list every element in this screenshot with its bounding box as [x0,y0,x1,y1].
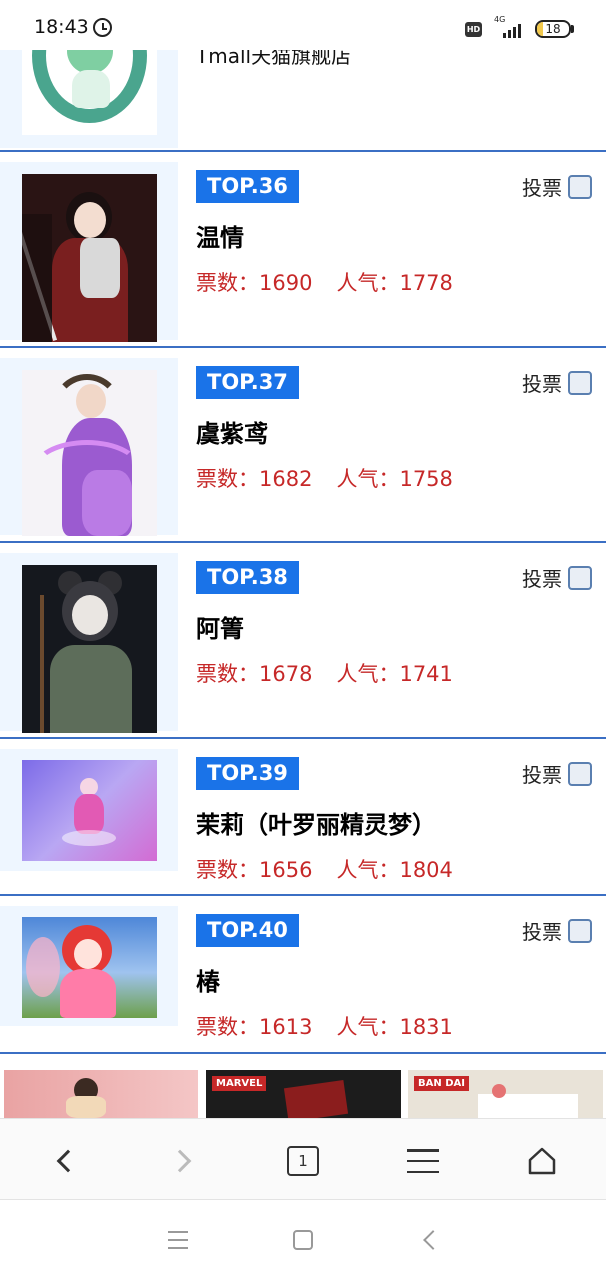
vote-control[interactable]: 投票 [522,368,592,397]
rank-card[interactable]: TOP.37 虞紫鸢 票数：1682 人气：1758 投票 [0,348,606,543]
battery-icon: 18 [535,20,571,38]
signal-icon [503,22,525,38]
rank-card[interactable]: TOP.38 阿箐 票数：1678 人气：1741 投票 [0,543,606,739]
rank-stats: 票数：1678 人气：1741 [196,658,453,688]
browser-toolbar: 1 [0,1118,606,1200]
vote-label: 投票 [522,763,562,787]
tabs-button[interactable]: 1 [281,1139,325,1183]
battery-tip [571,25,574,33]
character-image [22,760,157,861]
popularity-count: 人气：1741 [336,662,453,686]
rank-stats: 票数：1656 人气：1804 [196,854,453,884]
status-time: 18:43 [34,16,89,38]
system-back-button[interactable] [423,1230,443,1250]
rank-card[interactable]: TOP.36 温情 票数：1690 人气：1778 投票 [0,152,606,348]
vote-label: 投票 [522,567,562,591]
system-home-button[interactable] [293,1230,313,1250]
vote-control[interactable]: 投票 [522,563,592,592]
rank-stats: 票数：1690 人气：1778 [196,267,453,297]
chevron-left-icon [56,1149,80,1173]
marvel-logo: MARVEL [212,1076,267,1091]
home-icon [528,1147,556,1175]
rank-badge: TOP.39 [196,757,299,790]
banner-marvel[interactable]: MARVEL [206,1070,401,1118]
status-bar: 18:43 HD 4G 18 [0,0,606,50]
votes-count: 票数：1690 [196,271,313,295]
forward-button[interactable] [162,1139,206,1183]
menu-button[interactable] [401,1139,445,1183]
vote-checkbox[interactable] [568,370,592,395]
character-image [22,370,157,536]
character-image [22,174,157,342]
vote-checkbox[interactable] [568,918,592,943]
rank-card[interactable]: TOP.39 茉莉（叶罗丽精灵梦） 票数：1656 人气：1804 投票 [0,739,606,896]
vote-label: 投票 [522,372,562,396]
vote-label: 投票 [522,176,562,200]
popularity-count: 人气：1758 [336,467,453,491]
vote-checkbox[interactable] [568,174,592,199]
vote-control[interactable]: 投票 [522,172,592,201]
vote-checkbox[interactable] [568,761,592,786]
tabs-icon: 1 [287,1146,319,1176]
alarm-icon [93,18,112,37]
votes-count: 票数：1613 [196,1015,313,1039]
vote-control[interactable]: 投票 [522,916,592,945]
menu-icon [407,1149,439,1173]
vote-control[interactable]: 投票 [522,759,592,788]
votes-count: 票数：1682 [196,467,313,491]
rank-badge: TOP.36 [196,170,299,203]
vote-label: 投票 [522,920,562,944]
hd-badge: HD [465,22,482,37]
character-image [22,565,157,733]
rank-badge: TOP.40 [196,914,299,947]
character-image [22,917,157,1018]
battery-percent: 18 [545,22,561,36]
home-button[interactable] [520,1139,564,1183]
votes-count: 票数：1678 [196,662,313,686]
character-name: 虞紫鸢 [196,420,268,448]
rank-badge: TOP.38 [196,561,299,594]
product-banners: MARVEL BAN DAI [0,1070,606,1118]
character-name: 阿箐 [196,615,244,643]
rank-stats: 票数：1682 人气：1758 [196,463,453,493]
rank-stats: 票数：1613 人气：1831 [196,1011,453,1041]
rank-badge: TOP.37 [196,366,299,399]
popularity-count: 人气：1831 [336,1015,453,1039]
popularity-count: 人气：1778 [336,271,453,295]
rank-card[interactable]: TOP.40 椿 票数：1613 人气：1831 投票 [0,896,606,1054]
system-nav-bar [0,1200,606,1280]
chevron-right-icon [168,1149,192,1173]
votes-count: 票数：1656 [196,858,313,882]
bandai-logo: BAN DAI [414,1076,469,1091]
banner-figure[interactable] [4,1070,198,1118]
character-name: 椿 [196,968,220,996]
recent-apps-button[interactable] [168,1231,188,1249]
popularity-count: 人气：1804 [336,858,453,882]
character-name: 茉莉（叶罗丽精灵梦） [196,811,436,839]
character-name: 温情 [196,224,244,252]
back-button[interactable] [42,1139,86,1183]
vote-checkbox[interactable] [568,565,592,590]
banner-bandai[interactable]: BAN DAI [408,1070,603,1118]
